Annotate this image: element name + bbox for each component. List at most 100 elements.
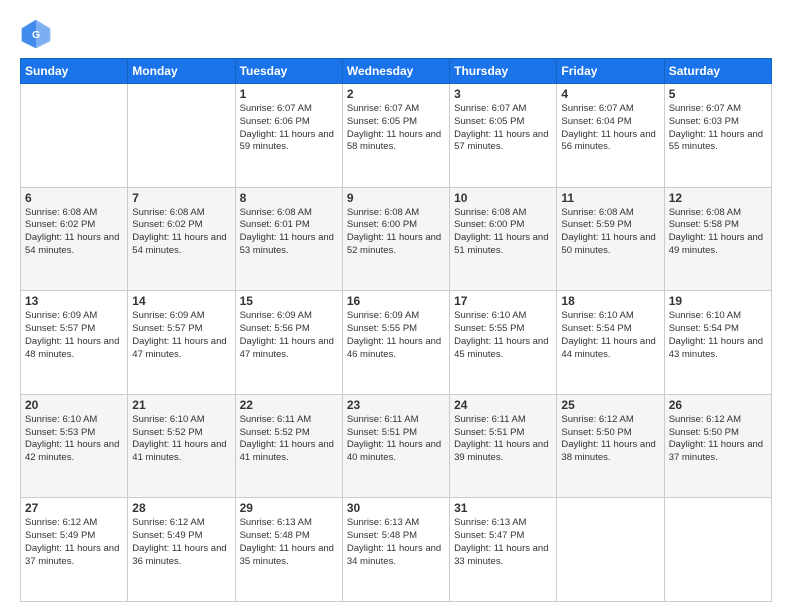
day-number: 26 bbox=[669, 398, 767, 412]
day-number: 30 bbox=[347, 501, 445, 515]
calendar-cell: 16Sunrise: 6:09 AM Sunset: 5:55 PM Dayli… bbox=[342, 291, 449, 395]
cell-info: Sunrise: 6:13 AM Sunset: 5:48 PM Dayligh… bbox=[240, 517, 338, 568]
logo-icon: G bbox=[20, 18, 52, 50]
calendar-cell bbox=[664, 498, 771, 602]
cell-info: Sunrise: 6:11 AM Sunset: 5:52 PM Dayligh… bbox=[240, 414, 338, 465]
calendar-cell: 30 Sunrise: 6:13 AM Sunset: 5:48 PM Dayli… bbox=[342, 498, 449, 602]
day-number: 24 bbox=[454, 398, 552, 412]
day-number: 25 bbox=[561, 398, 659, 412]
cell-info: Sunrise: 6:10 AM Sunset: 5:53 PM Dayligh… bbox=[25, 414, 123, 465]
cell-info: Sunrise: 6:13 AM Sunset: 5:48 PM Dayligh… bbox=[347, 517, 445, 568]
day-number: 29 bbox=[240, 501, 338, 515]
calendar-cell: 8 Sunrise: 6:08 AM Sunset: 6:01 PM Daylig… bbox=[235, 187, 342, 291]
calendar-cell: 23 Sunrise: 6:11 AM Sunset: 5:51 PM Dayli… bbox=[342, 394, 449, 498]
calendar-cell: 10Sunrise: 6:08 AM Sunset: 6:00 PM Dayli… bbox=[450, 187, 557, 291]
day-number: 13 bbox=[25, 294, 123, 308]
day-header-wednesday: Wednesday bbox=[342, 59, 449, 84]
cell-info: Sunrise: 6:12 AM Sunset: 5:50 PM Dayligh… bbox=[561, 414, 659, 465]
day-number: 4 bbox=[561, 87, 659, 101]
week-row: 13 Sunrise: 6:09 AM Sunset: 5:57 PM Dayli… bbox=[21, 291, 772, 395]
calendar-cell: 5 Sunrise: 6:07 AM Sunset: 6:03 PM Daylig… bbox=[664, 84, 771, 188]
day-number: 21 bbox=[132, 398, 230, 412]
day-number: 28 bbox=[132, 501, 230, 515]
day-header-thursday: Thursday bbox=[450, 59, 557, 84]
week-row: 27 Sunrise: 6:12 AM Sunset: 5:49 PM Dayli… bbox=[21, 498, 772, 602]
cell-info: Sunrise: 6:09 AM Sunset: 5:55 PM Dayligh… bbox=[347, 310, 445, 361]
day-number: 19 bbox=[669, 294, 767, 308]
calendar-cell: 24Sunrise: 6:11 AM Sunset: 5:51 PM Dayli… bbox=[450, 394, 557, 498]
cell-info: Sunrise: 6:08 AM Sunset: 6:02 PM Dayligh… bbox=[25, 207, 123, 258]
cell-info: Sunrise: 6:07 AM Sunset: 6:05 PM Dayligh… bbox=[347, 103, 445, 154]
day-number: 15 bbox=[240, 294, 338, 308]
cell-info: Sunrise: 6:12 AM Sunset: 5:49 PM Dayligh… bbox=[132, 517, 230, 568]
calendar-cell: 19 Sunrise: 6:10 AM Sunset: 5:54 PM Dayli… bbox=[664, 291, 771, 395]
day-number: 14 bbox=[132, 294, 230, 308]
day-number: 8 bbox=[240, 191, 338, 205]
day-header-saturday: Saturday bbox=[664, 59, 771, 84]
calendar-cell: 20 Sunrise: 6:10 AM Sunset: 5:53 PM Dayli… bbox=[21, 394, 128, 498]
calendar-cell: 1 Sunrise: 6:07 AM Sunset: 6:06 PM Daylig… bbox=[235, 84, 342, 188]
day-number: 18 bbox=[561, 294, 659, 308]
calendar-cell: 7 Sunrise: 6:08 AM Sunset: 6:02 PM Daylig… bbox=[128, 187, 235, 291]
calendar-cell: 28 Sunrise: 6:12 AM Sunset: 5:49 PM Dayli… bbox=[128, 498, 235, 602]
cell-info: Sunrise: 6:07 AM Sunset: 6:04 PM Dayligh… bbox=[561, 103, 659, 154]
calendar-cell: 12Sunrise: 6:08 AM Sunset: 5:58 PM Dayli… bbox=[664, 187, 771, 291]
calendar-cell: 15 Sunrise: 6:09 AM Sunset: 5:56 PM Dayli… bbox=[235, 291, 342, 395]
calendar-cell: 2Sunrise: 6:07 AM Sunset: 6:05 PM Daylig… bbox=[342, 84, 449, 188]
calendar-cell: 27 Sunrise: 6:12 AM Sunset: 5:49 PM Dayli… bbox=[21, 498, 128, 602]
day-number: 27 bbox=[25, 501, 123, 515]
day-number: 7 bbox=[132, 191, 230, 205]
cell-info: Sunrise: 6:07 AM Sunset: 6:06 PM Dayligh… bbox=[240, 103, 338, 154]
calendar: SundayMondayTuesdayWednesdayThursdayFrid… bbox=[20, 58, 772, 602]
calendar-cell: 21Sunrise: 6:10 AM Sunset: 5:52 PM Dayli… bbox=[128, 394, 235, 498]
cell-info: Sunrise: 6:10 AM Sunset: 5:54 PM Dayligh… bbox=[669, 310, 767, 361]
calendar-cell bbox=[21, 84, 128, 188]
calendar-cell: 9 Sunrise: 6:08 AM Sunset: 6:00 PM Daylig… bbox=[342, 187, 449, 291]
day-header-monday: Monday bbox=[128, 59, 235, 84]
cell-info: Sunrise: 6:09 AM Sunset: 5:56 PM Dayligh… bbox=[240, 310, 338, 361]
day-number: 20 bbox=[25, 398, 123, 412]
cell-info: Sunrise: 6:12 AM Sunset: 5:49 PM Dayligh… bbox=[25, 517, 123, 568]
day-header-tuesday: Tuesday bbox=[235, 59, 342, 84]
calendar-cell bbox=[128, 84, 235, 188]
day-number: 31 bbox=[454, 501, 552, 515]
cell-info: Sunrise: 6:08 AM Sunset: 6:00 PM Dayligh… bbox=[454, 207, 552, 258]
day-number: 1 bbox=[240, 87, 338, 101]
day-number: 12 bbox=[669, 191, 767, 205]
cell-info: Sunrise: 6:08 AM Sunset: 6:00 PM Dayligh… bbox=[347, 207, 445, 258]
calendar-cell: 25 Sunrise: 6:12 AM Sunset: 5:50 PM Dayli… bbox=[557, 394, 664, 498]
day-number: 23 bbox=[347, 398, 445, 412]
week-row: 20 Sunrise: 6:10 AM Sunset: 5:53 PM Dayli… bbox=[21, 394, 772, 498]
week-row: 1 Sunrise: 6:07 AM Sunset: 6:06 PM Daylig… bbox=[21, 84, 772, 188]
day-number: 11 bbox=[561, 191, 659, 205]
day-number: 17 bbox=[454, 294, 552, 308]
calendar-cell: 26Sunrise: 6:12 AM Sunset: 5:50 PM Dayli… bbox=[664, 394, 771, 498]
cell-info: Sunrise: 6:09 AM Sunset: 5:57 PM Dayligh… bbox=[132, 310, 230, 361]
cell-info: Sunrise: 6:08 AM Sunset: 6:02 PM Dayligh… bbox=[132, 207, 230, 258]
svg-text:G: G bbox=[32, 30, 40, 41]
cell-info: Sunrise: 6:08 AM Sunset: 6:01 PM Dayligh… bbox=[240, 207, 338, 258]
calendar-cell: 13Sunrise: 6:09 AM Sunset: 5:57 PM Dayli… bbox=[21, 291, 128, 395]
header-row: SundayMondayTuesdayWednesdayThursdayFrid… bbox=[21, 59, 772, 84]
cell-info: Sunrise: 6:11 AM Sunset: 5:51 PM Dayligh… bbox=[347, 414, 445, 465]
day-number: 5 bbox=[669, 87, 767, 101]
calendar-cell: 14 Sunrise: 6:09 AM Sunset: 5:57 PM Dayli… bbox=[128, 291, 235, 395]
calendar-cell: 29 Sunrise: 6:13 AM Sunset: 5:48 PM Dayli… bbox=[235, 498, 342, 602]
day-number: 3 bbox=[454, 87, 552, 101]
cell-info: Sunrise: 6:13 AM Sunset: 5:47 PM Dayligh… bbox=[454, 517, 552, 568]
calendar-header: SundayMondayTuesdayWednesdayThursdayFrid… bbox=[21, 59, 772, 84]
day-header-sunday: Sunday bbox=[21, 59, 128, 84]
calendar-body: 1 Sunrise: 6:07 AM Sunset: 6:06 PM Daylig… bbox=[21, 84, 772, 602]
week-row: 6 Sunrise: 6:08 AM Sunset: 6:02 PM Daylig… bbox=[21, 187, 772, 291]
page: G SundayMondayTuesdayWednesdayThursdayFr… bbox=[0, 0, 792, 612]
calendar-cell: 17 Sunrise: 6:10 AM Sunset: 5:55 PM Dayli… bbox=[450, 291, 557, 395]
cell-info: Sunrise: 6:07 AM Sunset: 6:03 PM Dayligh… bbox=[669, 103, 767, 154]
logo: G bbox=[20, 18, 56, 50]
day-number: 6 bbox=[25, 191, 123, 205]
day-number: 22 bbox=[240, 398, 338, 412]
calendar-cell: 4 Sunrise: 6:07 AM Sunset: 6:04 PM Daylig… bbox=[557, 84, 664, 188]
day-number: 9 bbox=[347, 191, 445, 205]
day-header-friday: Friday bbox=[557, 59, 664, 84]
calendar-cell: 6 Sunrise: 6:08 AM Sunset: 6:02 PM Daylig… bbox=[21, 187, 128, 291]
cell-info: Sunrise: 6:10 AM Sunset: 5:55 PM Dayligh… bbox=[454, 310, 552, 361]
